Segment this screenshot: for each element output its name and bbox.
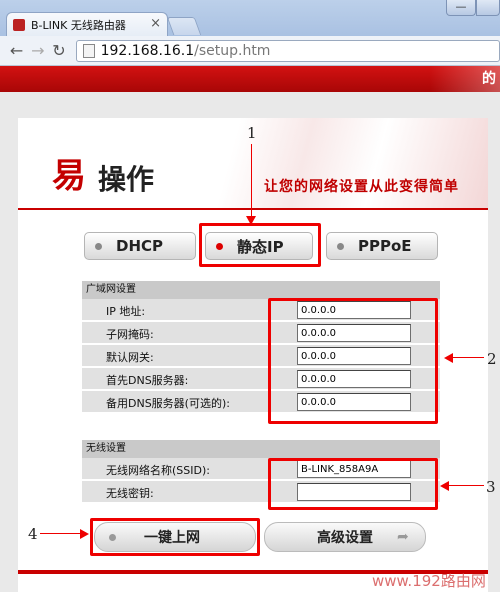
ssid-label: 无线网络名称(SSID):	[106, 464, 210, 477]
logo-text: 操作	[98, 163, 155, 196]
header-divider	[18, 208, 488, 210]
watermark: www.192路由网	[372, 572, 486, 590]
radio-dot-icon	[95, 242, 102, 250]
arrow-head-icon	[246, 216, 256, 225]
minimize-button[interactable]: —	[446, 0, 476, 16]
annotation-arrow-1	[251, 144, 252, 224]
logo-main: 易	[52, 156, 86, 196]
arrow-head-icon	[444, 353, 453, 363]
banner-text: 的	[482, 71, 496, 87]
mode-button-dhcp[interactable]: DHCP	[84, 232, 196, 260]
maximize-button[interactable]	[476, 0, 500, 16]
url-host: 192.168.16.1	[100, 42, 195, 59]
favicon-icon	[13, 18, 25, 31]
primary-dns-label: 首先DNS服务器:	[106, 374, 189, 387]
page-icon	[82, 43, 95, 58]
annotation-arrow-2	[452, 357, 484, 358]
url-path: /setup.htm	[194, 42, 271, 59]
forward-arrow-icon[interactable]: →	[27, 41, 48, 60]
advanced-settings-button[interactable]: 高级设置 ➦	[264, 522, 426, 552]
browser-tab[interactable]: B-LINK 无线路由器 ×	[6, 12, 168, 36]
annotation-number-2: 2	[487, 350, 497, 368]
arrow-head-icon	[80, 529, 89, 539]
annotation-box-wan-inputs	[268, 298, 438, 424]
address-bar[interactable]: 192.168.16.1/setup.htm	[75, 39, 500, 62]
close-tab-icon[interactable]: ×	[150, 16, 161, 31]
secondary-dns-label: 备用DNS服务器(可选的):	[106, 397, 230, 410]
wireless-title: 无线设置	[82, 440, 440, 458]
mode-label: PPPoE	[358, 237, 412, 255]
annotation-arrow-3	[448, 485, 484, 486]
browser-toolbar: ← → ↻ 192.168.16.1/setup.htm	[0, 36, 500, 66]
gateway-label: 默认网关:	[106, 351, 154, 364]
wireless-key-label: 无线密钥:	[106, 487, 154, 500]
reload-icon[interactable]: ↻	[48, 41, 69, 60]
subnet-mask-label: 子网掩码:	[106, 328, 154, 341]
annotation-box-wireless-inputs	[268, 458, 438, 510]
annotation-number-4: 4	[28, 525, 38, 543]
arrow-head-icon	[440, 481, 449, 491]
annotation-box-static-ip	[199, 223, 321, 267]
top-banner	[0, 66, 500, 92]
annotation-arrow-4	[40, 533, 80, 534]
annotation-number-1: 1	[247, 124, 257, 142]
mode-label: DHCP	[116, 237, 164, 255]
tab-title: B-LINK 无线路由器	[31, 18, 126, 32]
radio-dot-icon	[337, 242, 344, 250]
mode-button-pppoe[interactable]: PPPoE	[326, 232, 438, 260]
ip-address-label: IP 地址:	[106, 305, 146, 318]
annotation-box-one-key	[90, 518, 260, 556]
wan-title: 广域网设置	[82, 281, 440, 299]
arrow-right-icon: ➦	[397, 529, 409, 545]
slogan: 让您的网络设置从此变得简单	[264, 179, 459, 195]
back-arrow-icon[interactable]: ←	[6, 41, 27, 60]
annotation-number-3: 3	[486, 478, 496, 496]
advanced-label: 高级设置	[317, 530, 373, 546]
